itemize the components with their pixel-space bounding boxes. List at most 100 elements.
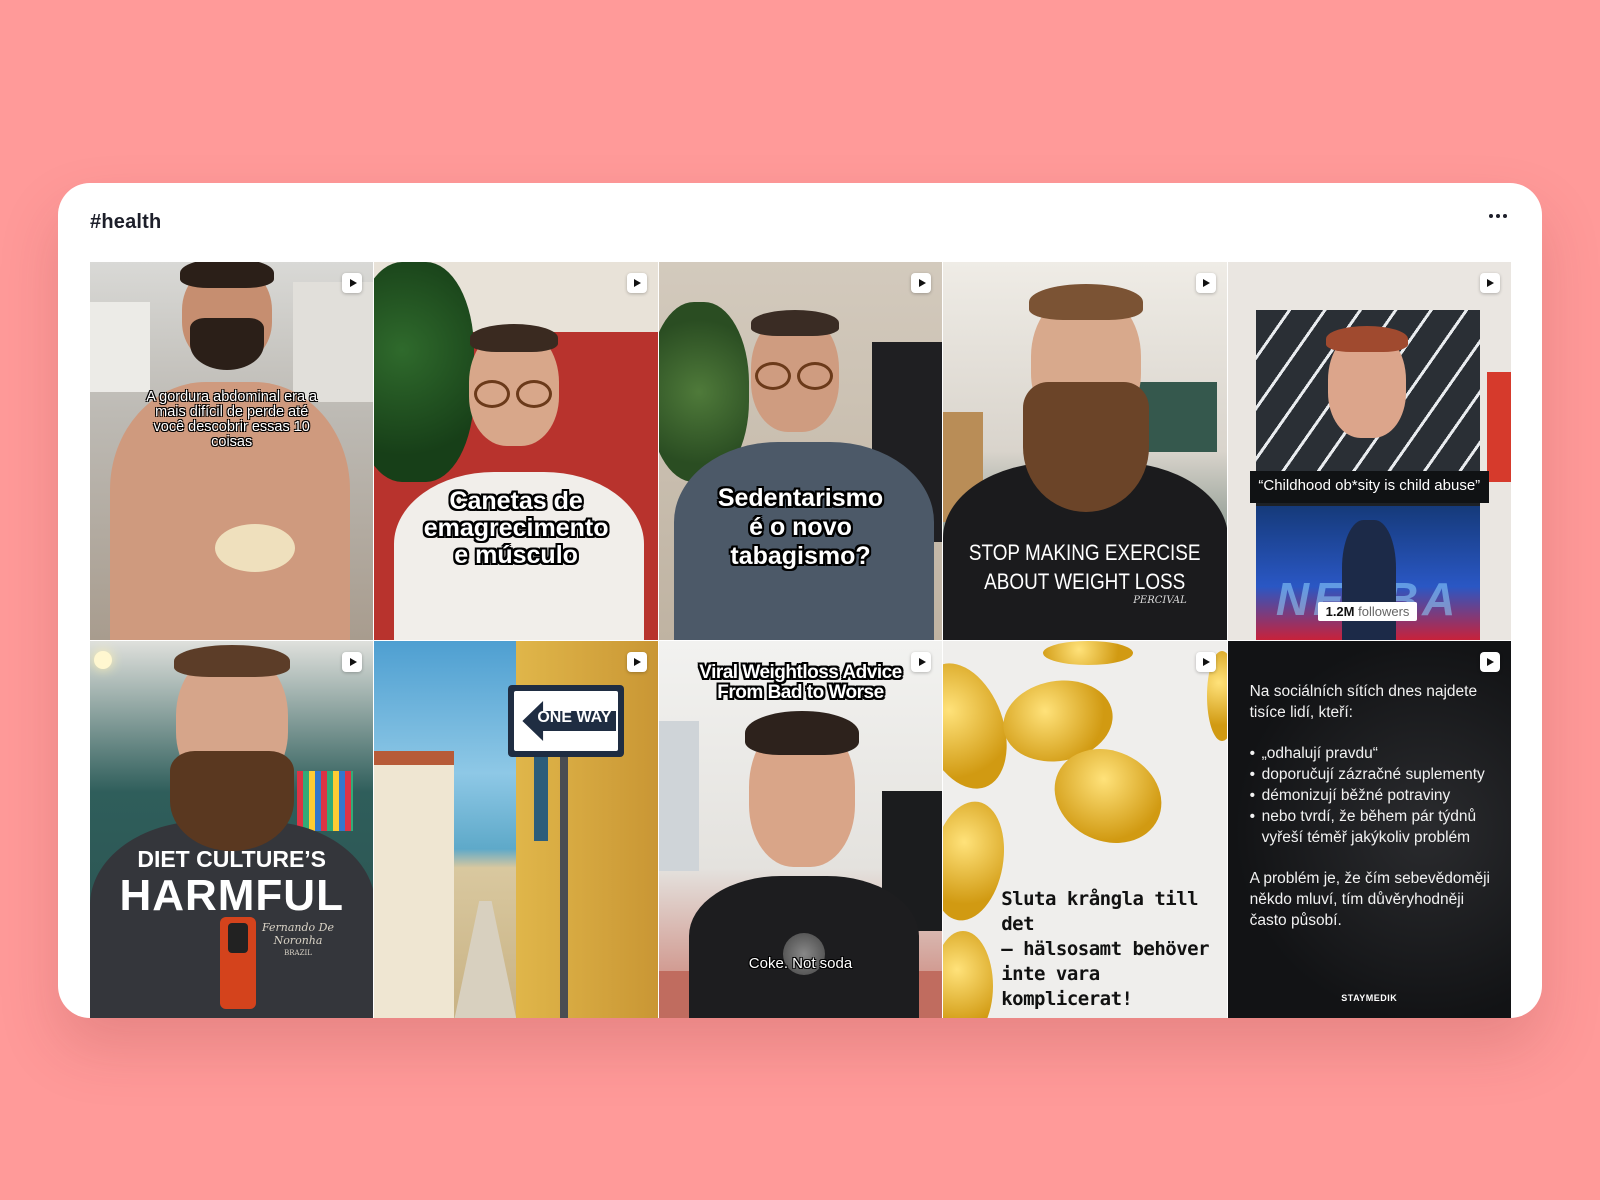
video-icon <box>911 273 932 293</box>
person-beard <box>190 318 264 370</box>
post-bullet: • „odhalují pravdu“ <box>1249 745 1378 762</box>
media-tile-2[interactable]: Canetas de emagrecimento e músculo <box>374 262 658 640</box>
video-icon <box>1195 273 1216 293</box>
tile-caption: A gordura abdominal era a mais difícil d… <box>146 389 318 450</box>
dot-icon <box>1489 214 1493 218</box>
person-beard <box>170 751 294 851</box>
media-tile-1[interactable]: A gordura abdominal era a mais difícil d… <box>90 262 374 640</box>
rice-cake <box>215 524 295 572</box>
brand-logo: STAYMEDIK <box>1341 993 1398 1003</box>
kitchen-cabinet <box>293 282 374 402</box>
capsule <box>1043 641 1134 665</box>
glasses <box>796 362 833 390</box>
post-bullet-list: • „odhalují pravdu“ • doporučují zázračné … <box>1250 743 1493 848</box>
shirt-text: PERCIVAL <box>1133 595 1187 606</box>
post-bullet: • doporučují zázračné suplementy <box>1249 766 1485 783</box>
building-left <box>374 751 455 1018</box>
post-intro: Na sociálních sítích dnes najdete tisíce… <box>1249 683 1478 721</box>
post-bullet: • démonizují běžné potraviny <box>1249 787 1451 804</box>
person-hair <box>750 310 839 336</box>
person-beard <box>1023 382 1150 512</box>
capsule <box>943 931 994 1018</box>
bullet-text: nebo tvrdí, že během pár týdnů vyřeší té… <box>1261 808 1477 846</box>
tile-caption: DIET CULTURE’S HARMFUL <box>90 845 373 919</box>
dot-icon <box>1503 214 1507 218</box>
media-tile-9[interactable]: Sluta krångla till det – hälsosamt behöv… <box>943 641 1227 1018</box>
media-tile-5[interactable]: NERBA “Childhood ob*sity is child abuse”… <box>1227 262 1511 640</box>
caption-line: e músculo <box>454 541 578 569</box>
video-icon <box>1479 652 1500 672</box>
glasses <box>754 362 791 390</box>
caption-line: inte vara komplicerat! <box>1001 963 1133 1010</box>
more-options-button[interactable] <box>1484 205 1512 227</box>
post-text: Na sociálních sítích dnes najdete tisíce… <box>1250 681 1493 931</box>
plant <box>374 262 475 482</box>
media-tile-6[interactable]: DIET CULTURE’S HARMFUL Fernando De Noron… <box>90 641 374 1018</box>
quote-text: “Childhood ob*sity is child abuse” <box>1258 477 1481 494</box>
person-hair <box>174 645 290 677</box>
microphone-icon <box>220 917 256 1009</box>
video-icon <box>342 652 363 672</box>
tile-caption: STOP MAKING EXERCISE ABOUT WEIGHT LOSS <box>963 538 1207 596</box>
wrestler <box>1341 520 1396 640</box>
post-outro: A problém je, že čím sebevědoměji někdo … <box>1249 870 1490 929</box>
caption-line: emagrecimento <box>423 514 609 542</box>
caption-line: Canetas de <box>449 487 583 515</box>
caption-line: Sedentarismo <box>717 484 884 512</box>
sign-pole <box>560 751 569 1018</box>
red-jacket <box>1486 372 1511 482</box>
followers-badge: 1.2M followers <box>1317 602 1418 621</box>
bookshelf <box>297 771 354 831</box>
kitchen-cabinet <box>90 302 150 392</box>
caption-line: Viral Weightloss Advice <box>699 662 902 683</box>
bullet-text: „odhalují pravdu“ <box>1261 745 1378 762</box>
caption-line: – hälsosamt behöver <box>1001 938 1210 960</box>
shirt-brand: Fernando De Noronha <box>261 921 334 947</box>
video-subtitle: Coke. Not soda <box>748 955 853 972</box>
tile-caption: Sluta krångla till det – hälsosamt behöv… <box>1001 887 1226 1012</box>
person-hair <box>744 711 859 755</box>
caption-line: STOP MAKING EXERCISE <box>969 540 1201 565</box>
bullet-text: doporučují zázračné suplementy <box>1261 766 1485 783</box>
person-hair <box>1029 284 1144 320</box>
followers-label: followers <box>1358 604 1410 619</box>
sign-text: ONE WAY <box>537 709 612 726</box>
tile-caption: Canetas de emagrecimento e músculo <box>374 488 657 569</box>
post-bullet: • nebo tvrdí, že během pár týdnů vyřeší t… <box>1249 808 1477 846</box>
video-icon <box>911 652 932 672</box>
video-icon <box>626 273 647 293</box>
hashtag-card: #health A gordura abdominal era a mais d… <box>58 183 1542 1018</box>
caption-line: Sluta krångla till det <box>1001 888 1199 935</box>
shirt-text: Fernando De Noronha BRAZIL <box>258 921 338 960</box>
media-tile-7[interactable]: ONE WAY <box>374 641 658 1018</box>
media-tile-8[interactable]: Viral Weightloss Advice From Bad to Wors… <box>658 641 943 1018</box>
ceiling-light <box>94 651 112 669</box>
video-icon <box>342 273 363 293</box>
dot-icon <box>1496 214 1500 218</box>
video-icon <box>1195 652 1216 672</box>
tile-caption: Viral Weightloss Advice From Bad to Wors… <box>659 663 942 703</box>
shirt-sub: BRAZIL <box>284 949 312 957</box>
caption-line: é o novo <box>749 513 852 541</box>
media-tile-10[interactable]: Na sociálních sítích dnes najdete tisíce… <box>1227 641 1511 1018</box>
one-way-sign: ONE WAY <box>508 685 625 757</box>
followers-count: 1.2M <box>1325 604 1355 619</box>
video-icon <box>626 652 647 672</box>
video-icon <box>1479 273 1500 293</box>
street <box>454 901 517 1018</box>
caption-line: ABOUT WEIGHT LOSS <box>984 569 1186 594</box>
caption-line: DIET CULTURE’S <box>137 846 327 872</box>
caption-line: tabagismo? <box>730 542 871 570</box>
media-tile-3[interactable]: Sedentarismo é o novo tabagismo? <box>658 262 943 640</box>
caption-line: From Bad to Worse <box>717 682 884 703</box>
card-title: #health <box>90 211 162 233</box>
caption-line: HARMFUL <box>119 871 344 920</box>
person-hair <box>180 262 274 288</box>
tile-caption: Sedentarismo é o novo tabagismo? <box>659 484 942 571</box>
media-grid: A gordura abdominal era a mais difícil d… <box>90 262 1511 1018</box>
person-hair <box>1325 326 1408 352</box>
door-frame <box>658 721 699 871</box>
media-tile-4[interactable]: STOP MAKING EXERCISE ABOUT WEIGHT LOSS P… <box>943 262 1227 640</box>
bullet-text: démonizují běžné potraviny <box>1261 787 1451 804</box>
person-hair <box>470 324 559 352</box>
